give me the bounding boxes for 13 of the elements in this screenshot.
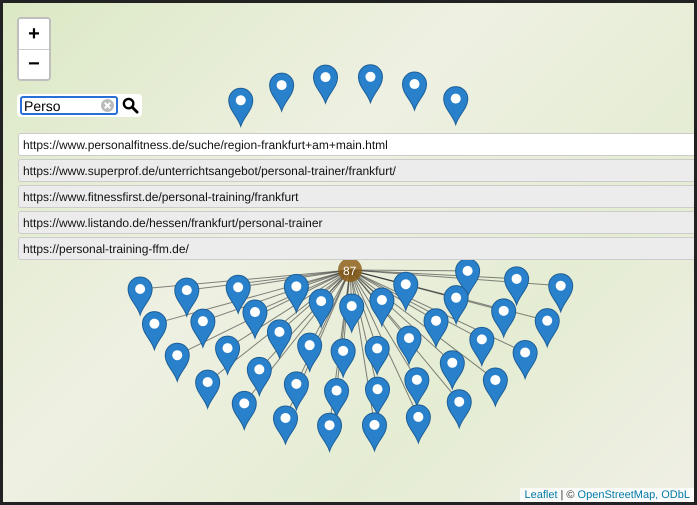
- zoom-out-button[interactable]: −: [19, 49, 49, 79]
- attribution-link[interactable]: OpenStreetMap,: [578, 489, 658, 501]
- suggestion-item[interactable]: https://www.fitnessfirst.de/personal-training/frankfurt: [18, 185, 694, 208]
- attribution-link[interactable]: ODbL: [661, 489, 690, 501]
- attribution-text: | ©: [560, 489, 575, 501]
- cluster-count: 87: [343, 264, 356, 278]
- suggestion-item[interactable]: https://www.listando.de/hessen/frankfurt/personal-trainer: [18, 211, 694, 234]
- suggestion-item[interactable]: https://personal-training-ffm.de/: [18, 237, 694, 260]
- suggestion-item[interactable]: https://www.superprof.de/unterrichtsangebot/personal-trainer/frankfurt/: [18, 159, 694, 182]
- search-field[interactable]: Perso: [20, 96, 118, 115]
- search-icon[interactable]: [122, 97, 139, 114]
- attribution-link[interactable]: Leaflet: [524, 489, 558, 501]
- suggestion-item[interactable]: https://www.personalfitness.de/suche/region-frankfurt+am+main.html: [18, 133, 694, 156]
